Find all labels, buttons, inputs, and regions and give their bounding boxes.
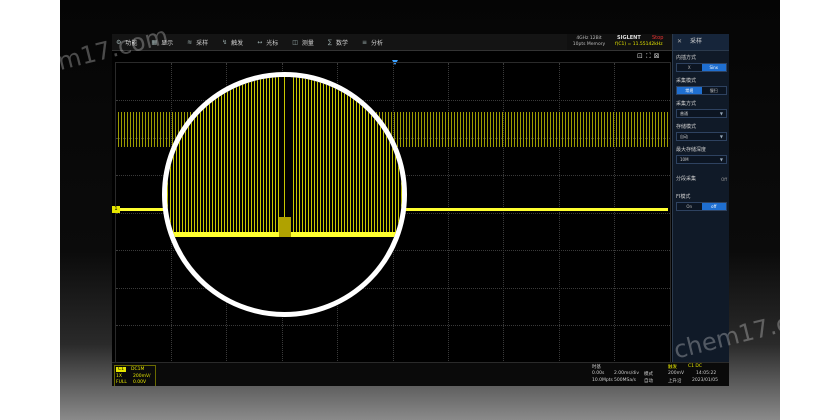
- memory-mode-select[interactable]: 自动 ▼: [676, 132, 727, 141]
- max-depth-section: 最大存储深度 10M ▼: [673, 143, 729, 166]
- chevron-down-icon: ▼: [719, 111, 723, 116]
- acquisition-mode-section: 采集模式 常规 慢扫: [673, 74, 729, 97]
- interp-x-option[interactable]: X: [677, 64, 702, 71]
- fi-on-option[interactable]: On: [677, 203, 702, 210]
- brand-name: SIGLENT: [617, 35, 641, 41]
- interpolation-section: 内插方式 X Sinx: [673, 51, 729, 74]
- acquire-icon: ≋: [187, 38, 193, 46]
- brand-status: 4GHz 12Bit 10pts Memory SIGLENT Stop f(C1…: [567, 34, 672, 50]
- chevron-down-icon: ▼: [719, 134, 723, 139]
- menu-acquire[interactable]: ≋ 采样: [183, 34, 218, 50]
- frequency-readout: f(C1) = 11.55142kHz: [615, 42, 663, 47]
- fi-mode-section: FI模式 On off: [673, 190, 729, 213]
- cursor-icon: ↔: [257, 38, 263, 46]
- screenshot-icon[interactable]: ⊡: [637, 52, 643, 60]
- bottom-status-bar: C1 DC1M 1X 200mV/ FULL 0.00V 时基 0.00s 2.…: [112, 362, 729, 386]
- segmented-toggle[interactable]: Off: [721, 177, 727, 182]
- close-icon[interactable]: ✕: [677, 38, 682, 45]
- run-state[interactable]: Stop: [652, 35, 663, 41]
- mode-slow-option[interactable]: 慢扫: [701, 87, 726, 94]
- chevron-down-icon: ▼: [719, 157, 723, 162]
- fullscreen-icon[interactable]: ⛶: [646, 52, 651, 60]
- zoom-magnifier-circle: [162, 72, 407, 317]
- memory-mode-section: 存储模式 自动 ▼: [673, 120, 729, 143]
- trigger-info[interactable]: 触发 C1 DC 200mV 上升沿 14:05:22 2023/01/05: [668, 364, 728, 386]
- interp-sinx-option[interactable]: Sinx: [701, 64, 726, 71]
- grid-line: [116, 325, 670, 326]
- measure-icon: ◫: [292, 38, 298, 46]
- acquisition-mode-toggle: 常规 慢扫: [676, 86, 727, 95]
- analysis-icon: ≡: [361, 38, 368, 46]
- menu-measure[interactable]: ◫ 测量: [288, 34, 324, 50]
- bandwidth-spec: 4GHz 12Bit: [576, 36, 602, 41]
- menu-trigger[interactable]: ↯ 触发: [218, 34, 253, 50]
- fi-off-option[interactable]: off: [701, 203, 726, 210]
- menu-math[interactable]: ∑ 数学: [324, 34, 358, 50]
- close-window-icon[interactable]: ⊠: [654, 52, 660, 60]
- acquisition-method-section: 采集方式 普通 ▼: [673, 97, 729, 120]
- fi-mode-toggle: On off: [676, 202, 727, 211]
- segmented-acquire-section: 分段采集 Off: [676, 176, 727, 182]
- oscilloscope-screen: ⚙ 功能 ▦ 显示 ≋ 采样 ↯ 触发 ↔ 光标 ◫ 测量 ∑ 数学 ≡ 分析 4GHz 12B…: [112, 34, 729, 386]
- interpolation-toggle: X Sinx: [676, 63, 727, 72]
- trigger-icon: ↯: [222, 38, 228, 46]
- sigma-icon: ∑: [327, 38, 332, 46]
- grid-line: [116, 288, 670, 289]
- timebase-info[interactable]: 时基 0.00s 2.00ms/div 10.0Mpts 500MSa/s 模式…: [592, 364, 672, 386]
- channel-1-offset-marker[interactable]: 1: [112, 206, 120, 213]
- menu-analysis[interactable]: ≡ 分析: [358, 34, 393, 50]
- panel-title: ✕ 采样: [673, 34, 729, 51]
- zoomed-pulse-block: [279, 217, 291, 237]
- zoomed-single-pulse: [284, 77, 285, 237]
- acquisition-method-select[interactable]: 普通 ▼: [676, 109, 727, 118]
- channel-1-info[interactable]: C1 DC1M 1X 200mV/ FULL 0.00V: [114, 365, 156, 386]
- toolbar-icons: ⊡ ⛶ ⊠: [637, 52, 660, 60]
- max-depth-select[interactable]: 10M ▼: [676, 155, 727, 164]
- menu-cursor[interactable]: ↔ 光标: [253, 34, 288, 50]
- memory-spec: 10pts Memory: [572, 42, 606, 47]
- mode-normal-option[interactable]: 常规: [677, 87, 702, 94]
- zoomed-gap: [279, 77, 291, 237]
